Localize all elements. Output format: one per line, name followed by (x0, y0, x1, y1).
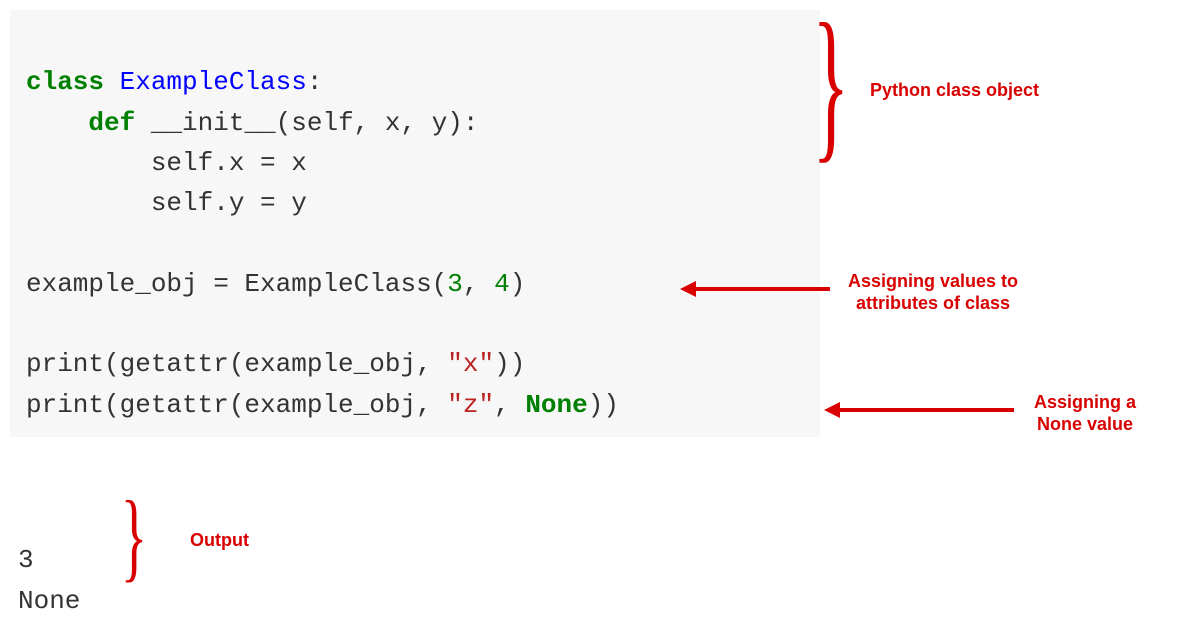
signature: (self, x, y): (276, 108, 479, 138)
none-literal: None (525, 390, 587, 420)
annotation-text-line2: attributes of class (848, 293, 1018, 315)
num-literal: 3 (447, 269, 463, 299)
code-line-1: class ExampleClass: (26, 67, 322, 97)
code-line-6: example_obj = ExampleClass(3, 4) (26, 269, 525, 299)
expr-prefix: print(getattr(example_obj, (26, 390, 447, 420)
arrow-icon (824, 402, 1014, 418)
kw-def: def (88, 108, 135, 138)
kw-class: class (26, 67, 104, 97)
comma: , (463, 269, 494, 299)
close-paren: ) (510, 269, 526, 299)
code-line-9: print(getattr(example_obj, "z", None)) (26, 390, 619, 420)
annotation-text-line1: Assigning a (1034, 392, 1136, 414)
brace-icon: } (812, 0, 849, 181)
code-line-3: self.x = x (26, 148, 307, 178)
annotation-output: Output (190, 530, 249, 552)
close-paren: )) (588, 390, 619, 420)
annotation-assign-values: Assigning values to attributes of class (848, 271, 1018, 314)
code-line-4: self.y = y (26, 188, 307, 218)
annotation-text-line2: None value (1034, 414, 1136, 436)
code-line-8: print(getattr(example_obj, "x")) (26, 349, 525, 379)
space (135, 108, 151, 138)
expr-prefix: example_obj = ExampleClass( (26, 269, 447, 299)
space (104, 67, 120, 97)
annotation-assign-none: Assigning a None value (1034, 392, 1136, 435)
fn-name: __init__ (151, 108, 276, 138)
output-line-2: None (18, 586, 80, 616)
expr-prefix: print(getattr(example_obj, (26, 349, 447, 379)
close-paren: )) (494, 349, 525, 379)
annotation-text: Python class object (870, 80, 1039, 100)
stmt: self.x = x (151, 148, 307, 178)
output-line-1: 3 (18, 545, 34, 575)
output-block: 3 None (18, 500, 80, 621)
comma: , (494, 390, 525, 420)
brace-icon: } (121, 478, 147, 593)
num-literal: 4 (494, 269, 510, 299)
str-literal: "z" (447, 390, 494, 420)
annotation-class-object: Python class object (870, 80, 1039, 102)
annotation-text: Output (190, 530, 249, 550)
annotation-text-line1: Assigning values to (848, 271, 1018, 293)
code-line-2: def __init__(self, x, y): (26, 108, 479, 138)
arrow-icon (680, 281, 830, 297)
indent (26, 188, 151, 218)
str-literal: "x" (447, 349, 494, 379)
indent (26, 108, 88, 138)
code-block: class ExampleClass: def __init__(self, x… (10, 10, 820, 437)
class-name: ExampleClass (120, 67, 307, 97)
colon: : (307, 67, 323, 97)
indent (26, 148, 151, 178)
stmt: self.y = y (151, 188, 307, 218)
